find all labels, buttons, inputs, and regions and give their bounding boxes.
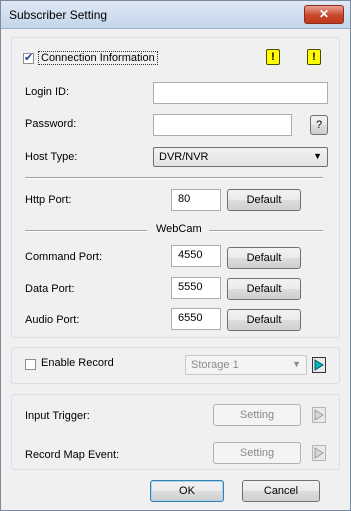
webcam-heading: WebCam <box>156 223 202 235</box>
host-type-select[interactable]: DVR/NVR ▼ <box>153 147 328 167</box>
divider <box>25 230 147 232</box>
cancel-button[interactable]: Cancel <box>242 480 320 502</box>
http-port-input[interactable]: 80 <box>171 189 221 211</box>
dropdown-arrow-icon: ▼ <box>313 151 322 161</box>
divider <box>25 177 323 179</box>
password-input[interactable] <box>153 114 292 136</box>
record-map-setting-button[interactable]: Setting <box>213 442 301 464</box>
check-icon: ✔ <box>24 52 34 64</box>
title-bar: Subscriber Setting ✕ <box>1 1 350 29</box>
input-trigger-play-button[interactable] <box>312 407 326 423</box>
storage-play-button[interactable] <box>312 357 326 373</box>
input-trigger-label: Input Trigger: <box>25 410 90 422</box>
play-icon <box>314 409 324 421</box>
connection-info-label[interactable]: Connection Information <box>38 51 158 65</box>
dropdown-arrow-icon: ▼ <box>292 359 301 369</box>
ok-button[interactable]: OK <box>150 480 224 502</box>
password-help-button[interactable]: ? <box>310 115 328 135</box>
audio-port-label: Audio Port: <box>25 314 80 326</box>
warning-icon: ! <box>307 49 321 65</box>
enable-record-label[interactable]: Enable Record <box>41 357 114 369</box>
audio-port-input[interactable]: 6550 <box>171 308 221 330</box>
command-port-default-button[interactable]: Default <box>227 247 301 269</box>
command-port-label: Command Port: <box>25 251 103 263</box>
enable-record-checkbox[interactable] <box>25 359 36 370</box>
http-port-label: Http Port: <box>25 194 72 206</box>
login-id-label: Login ID: <box>25 86 70 98</box>
host-type-label: Host Type: <box>25 151 78 163</box>
record-map-event-label: Record Map Event: <box>25 449 120 461</box>
connection-info-checkbox[interactable]: ✔ <box>23 52 34 64</box>
data-port-label: Data Port: <box>25 283 75 295</box>
record-map-play-button[interactable] <box>312 445 326 461</box>
window-title: Subscriber Setting <box>9 8 108 22</box>
divider <box>209 230 323 232</box>
data-port-default-button[interactable]: Default <box>227 278 301 300</box>
warning-icon: ! <box>266 49 280 65</box>
login-id-input[interactable] <box>153 82 328 104</box>
close-icon: ✕ <box>318 7 330 21</box>
audio-port-default-button[interactable]: Default <box>227 309 301 331</box>
storage-select[interactable]: Storage 1 ▼ <box>185 355 307 375</box>
subscriber-setting-dialog: Subscriber Setting ✕ ✔ Connection Inform… <box>0 0 351 511</box>
storage-value: Storage 1 <box>191 359 239 371</box>
data-port-input[interactable]: 5550 <box>171 277 221 299</box>
password-label: Password: <box>25 118 77 130</box>
play-icon <box>314 447 324 459</box>
host-type-value: DVR/NVR <box>159 151 209 163</box>
close-button[interactable]: ✕ <box>304 5 344 24</box>
command-port-input[interactable]: 4550 <box>171 245 221 267</box>
play-icon <box>314 359 324 371</box>
input-trigger-setting-button[interactable]: Setting <box>213 404 301 426</box>
http-port-default-button[interactable]: Default <box>227 189 301 211</box>
